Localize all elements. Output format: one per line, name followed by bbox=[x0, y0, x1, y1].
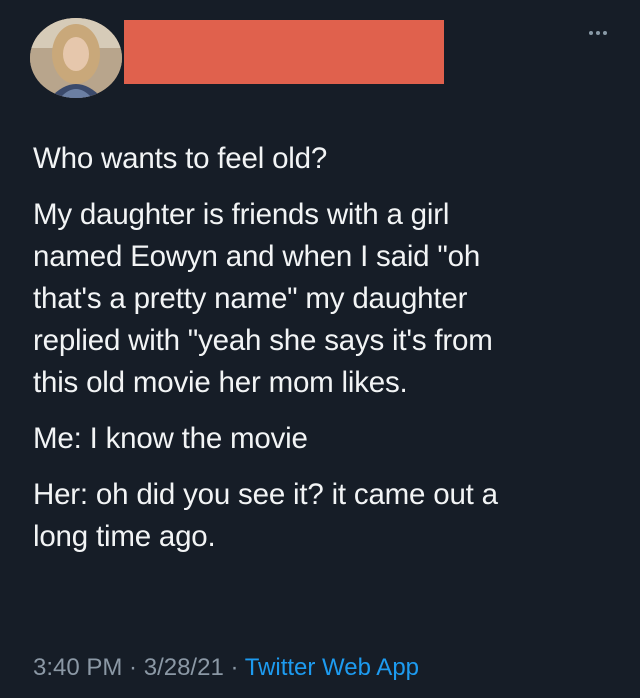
more-horizontal-icon bbox=[589, 31, 593, 35]
avatar[interactable] bbox=[30, 18, 122, 98]
more-options-button[interactable] bbox=[584, 26, 612, 40]
tweet: Who wants to feel old? My daughter is fr… bbox=[0, 0, 640, 698]
tweet-paragraph: My daughter is friends with a girl named… bbox=[33, 198, 493, 399]
tweet-source-link[interactable]: Twitter Web App bbox=[245, 654, 419, 681]
tweet-paragraph: Who wants to feel old? bbox=[33, 142, 328, 175]
avatar-photo bbox=[30, 18, 122, 98]
tweet-paragraph: Her: oh did you see it? it came out a lo… bbox=[33, 478, 498, 553]
tweet-metadata: 3:40 PM · 3/28/21 · Twitter Web App bbox=[33, 654, 419, 682]
tweet-date[interactable]: 3/28/21 bbox=[144, 654, 224, 681]
tweet-paragraph: Me: I know the movie bbox=[33, 422, 308, 455]
meta-separator: · bbox=[122, 654, 144, 681]
tweet-text: Who wants to feel old? My daughter is fr… bbox=[33, 138, 623, 572]
tweet-time[interactable]: 3:40 PM bbox=[33, 654, 122, 681]
redacted-name bbox=[124, 20, 444, 84]
meta-separator: · bbox=[223, 654, 245, 681]
